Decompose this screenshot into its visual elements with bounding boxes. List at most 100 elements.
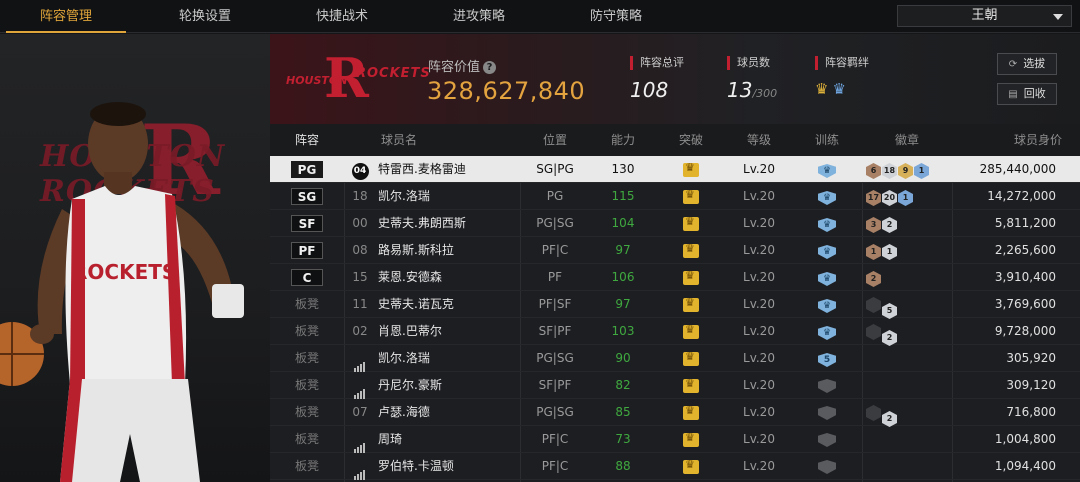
table-row[interactable]: PG 04 特雷西.麦格雷迪 SG|PG 130 Lv.20 ♛ 61891 285,440,0…: [270, 156, 1080, 183]
player-name[interactable]: 罗伯特.卡温顿: [378, 453, 518, 480]
player-name[interactable]: 莱恩.安德森: [378, 264, 518, 291]
col-position[interactable]: 位置: [520, 124, 590, 156]
col-badges[interactable]: 徽章: [862, 124, 952, 156]
crown-icon[interactable]: [683, 296, 699, 312]
badge-hex-icon[interactable]: 1: [866, 244, 881, 260]
badge-hex-icon[interactable]: 17: [866, 190, 881, 206]
training-shield-icon[interactable]: [818, 406, 836, 420]
badge-hex-icon[interactable]: 5: [882, 303, 897, 319]
badge-hex-icon[interactable]: 1: [898, 190, 913, 206]
table-row[interactable]: 板凳 凯尔.洛瑞 PG|SG 90 Lv.20 5 305,920: [270, 345, 1080, 372]
training-shield-icon[interactable]: ♛: [818, 164, 836, 178]
crown-icon[interactable]: [683, 188, 699, 204]
badge-hex-icon[interactable]: 2: [866, 271, 881, 287]
training-shield-icon[interactable]: ♛: [818, 245, 836, 259]
table-row[interactable]: PF 08 路易斯.斯科拉 PF|C 97 Lv.20 ♛ 11 2,265,600: [270, 237, 1080, 264]
badge-hex-icon[interactable]: 2: [882, 217, 897, 233]
breakthrough-cell: [656, 318, 726, 345]
player-count-value: 13: [727, 78, 753, 102]
crown-icon[interactable]: [683, 404, 699, 420]
player-name[interactable]: 周琦: [378, 426, 518, 453]
crown-icon[interactable]: [683, 269, 699, 285]
player-name[interactable]: 史蒂夫.诺瓦克: [378, 291, 518, 318]
tab-defense[interactable]: 防守策略: [556, 0, 676, 33]
crown-icon[interactable]: [683, 323, 699, 339]
team-select-dropdown[interactable]: 王朝: [897, 5, 1072, 27]
col-slot[interactable]: 阵容: [270, 124, 344, 156]
position-badge: SG: [291, 188, 323, 205]
player-salary: 1,004,800: [994, 432, 1056, 446]
badge-hex-icon[interactable]: 1: [882, 244, 897, 260]
player-name[interactable]: 特雷西.麦格雷迪: [378, 156, 518, 183]
badge-hex-icon[interactable]: 18: [882, 163, 897, 179]
badge-hex-icon[interactable]: 9: [898, 163, 913, 179]
col-salary[interactable]: 球员身价: [952, 124, 1062, 156]
sign-button[interactable]: ⟳ 选拔: [997, 53, 1057, 75]
badge-hex-icon[interactable]: 3: [866, 217, 881, 233]
crown-icon[interactable]: [683, 431, 699, 447]
bench-label: 板凳: [294, 351, 319, 365]
training-shield-icon[interactable]: ♛: [818, 272, 836, 286]
training-shield-icon[interactable]: 5: [818, 353, 836, 367]
training-shield-icon[interactable]: ♛: [818, 299, 836, 313]
training-shield-icon[interactable]: [818, 433, 836, 447]
player-name[interactable]: 史蒂夫.弗朗西斯: [378, 210, 518, 237]
training-shield-icon[interactable]: [818, 379, 836, 393]
player-name[interactable]: 卢瑟.海德: [378, 399, 518, 426]
crown-icon[interactable]: [683, 350, 699, 366]
crown-icon[interactable]: [683, 377, 699, 393]
training-shield-icon[interactable]: [818, 460, 836, 474]
breakthrough-cell: [656, 372, 726, 399]
training-shield-icon[interactable]: ♛: [818, 326, 836, 340]
table-row[interactable]: SG 18 凯尔.洛瑞 PG 115 Lv.20 ♛ 17201 14,272,000: [270, 183, 1080, 210]
col-breakthrough[interactable]: 突破: [656, 124, 726, 156]
table-row[interactable]: 板凳 丹尼尔.豪斯 SF|PF 82 Lv.20 309,120: [270, 372, 1080, 399]
crown-icon[interactable]: [683, 458, 699, 474]
badge-hex-icon[interactable]: [866, 324, 881, 340]
tab-lineup[interactable]: 阵容管理: [6, 0, 126, 33]
player-level: Lv.20: [743, 405, 775, 419]
crown-icon[interactable]: [683, 242, 699, 258]
help-icon[interactable]: ?: [483, 61, 497, 74]
col-ability[interactable]: 能力: [590, 124, 656, 156]
table-row[interactable]: 板凳 07 卢瑟.海德 PG|SG 85 Lv.20 2 716,800: [270, 399, 1080, 427]
table-row[interactable]: C 15 莱恩.安德森 PF 106 Lv.20 ♛ 2 3,910,400: [270, 264, 1080, 291]
bond-gold-icon[interactable]: ♛: [815, 80, 828, 98]
badge-hex-icon[interactable]: 2: [882, 330, 897, 346]
player-position: SG|PG: [536, 162, 574, 176]
player-name[interactable]: 凯尔.洛瑞: [378, 183, 518, 210]
table-row[interactable]: 板凳 罗伯特.卡温顿 PF|C 88 Lv.20 1,094,400: [270, 453, 1080, 480]
tab-offense[interactable]: 进攻策略: [419, 0, 539, 33]
tab-rotation[interactable]: 轮换设置: [145, 0, 265, 33]
crown-icon[interactable]: [683, 161, 699, 177]
slot-cell: 板凳: [270, 291, 344, 318]
col-name[interactable]: 球员名: [344, 124, 454, 156]
badge-hex-icon[interactable]: 1: [914, 163, 929, 179]
lineup-value-label: 阵容价值?: [428, 56, 497, 75]
crown-icon[interactable]: [683, 215, 699, 231]
player-name[interactable]: 凯尔.洛瑞: [378, 345, 518, 372]
badge-hex-icon[interactable]: [866, 297, 881, 313]
slot-cell: 板凳: [270, 372, 344, 399]
col-level[interactable]: 等级: [726, 124, 792, 156]
tab-tactics[interactable]: 快捷战术: [282, 0, 402, 33]
col-training[interactable]: 训练: [792, 124, 862, 156]
badge-hex-icon[interactable]: 6: [866, 163, 881, 179]
badge-hex-icon[interactable]: 2: [882, 411, 897, 427]
player-name[interactable]: 路易斯.斯科拉: [378, 237, 518, 264]
bond-icons[interactable]: ♛ ♛: [815, 80, 869, 98]
player-name[interactable]: 丹尼尔.豪斯: [378, 372, 518, 399]
table-row[interactable]: 板凳 02 肖恩.巴蒂尔 SF|PF 103 Lv.20 ♛ 2 9,728,000: [270, 318, 1080, 346]
training-shield-icon[interactable]: ♛: [818, 191, 836, 205]
table-row[interactable]: 板凳 周琦 PF|C 73 Lv.20 1,004,800: [270, 426, 1080, 453]
breakthrough-cell: [656, 183, 726, 210]
player-name[interactable]: 肖恩.巴蒂尔: [378, 318, 518, 345]
bond-blue-icon[interactable]: ♛: [832, 80, 845, 98]
recycle-button[interactable]: ▤ 回收: [997, 83, 1057, 105]
badge-hex-icon[interactable]: 20: [882, 190, 897, 206]
badge-hex-icon[interactable]: [866, 405, 881, 421]
table-row[interactable]: 板凳 11 史蒂夫.诺瓦克 PF|SF 97 Lv.20 ♛ 5 3,769,600: [270, 291, 1080, 319]
training-shield-icon[interactable]: ♛: [818, 218, 836, 232]
table-row[interactable]: SF 00 史蒂夫.弗朗西斯 PG|SG 104 Lv.20 ♛ 32 5,811,200: [270, 210, 1080, 237]
player-count-max: /300: [752, 87, 778, 100]
